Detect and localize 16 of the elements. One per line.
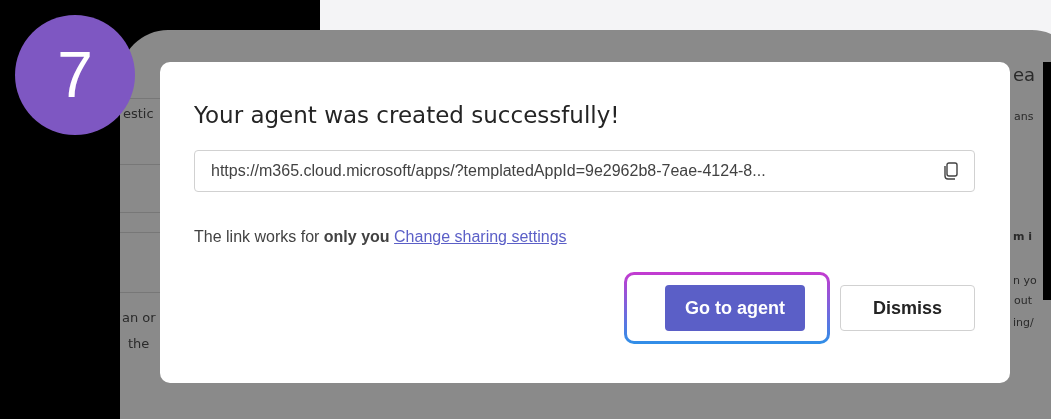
background-text: estic xyxy=(123,106,154,121)
sharing-note: The link works for only you Change sharing settings xyxy=(194,228,568,246)
background-text: m i xyxy=(1013,230,1033,243)
dismiss-button[interactable]: Dismiss xyxy=(839,285,975,331)
background-text: ans xyxy=(1014,110,1034,123)
background-text: an or xyxy=(122,310,156,325)
background-text: n yo xyxy=(1013,274,1037,287)
change-sharing-link[interactable]: Change sharing settings xyxy=(394,228,567,245)
background-text: ea xyxy=(1013,64,1036,85)
background-text: ing/ xyxy=(1013,316,1034,329)
dialog-title: Your agent was created successfully! xyxy=(194,102,621,128)
background-text: the xyxy=(128,336,150,351)
background-text: out xyxy=(1014,294,1032,307)
copy-icon[interactable] xyxy=(943,162,959,180)
go-to-agent-button[interactable]: Go to agent xyxy=(664,285,805,331)
link-field[interactable]: https://m365.cloud.microsoft/apps/?templatedAppId=9e2962b8-7eae-4124-8... xyxy=(194,150,975,192)
